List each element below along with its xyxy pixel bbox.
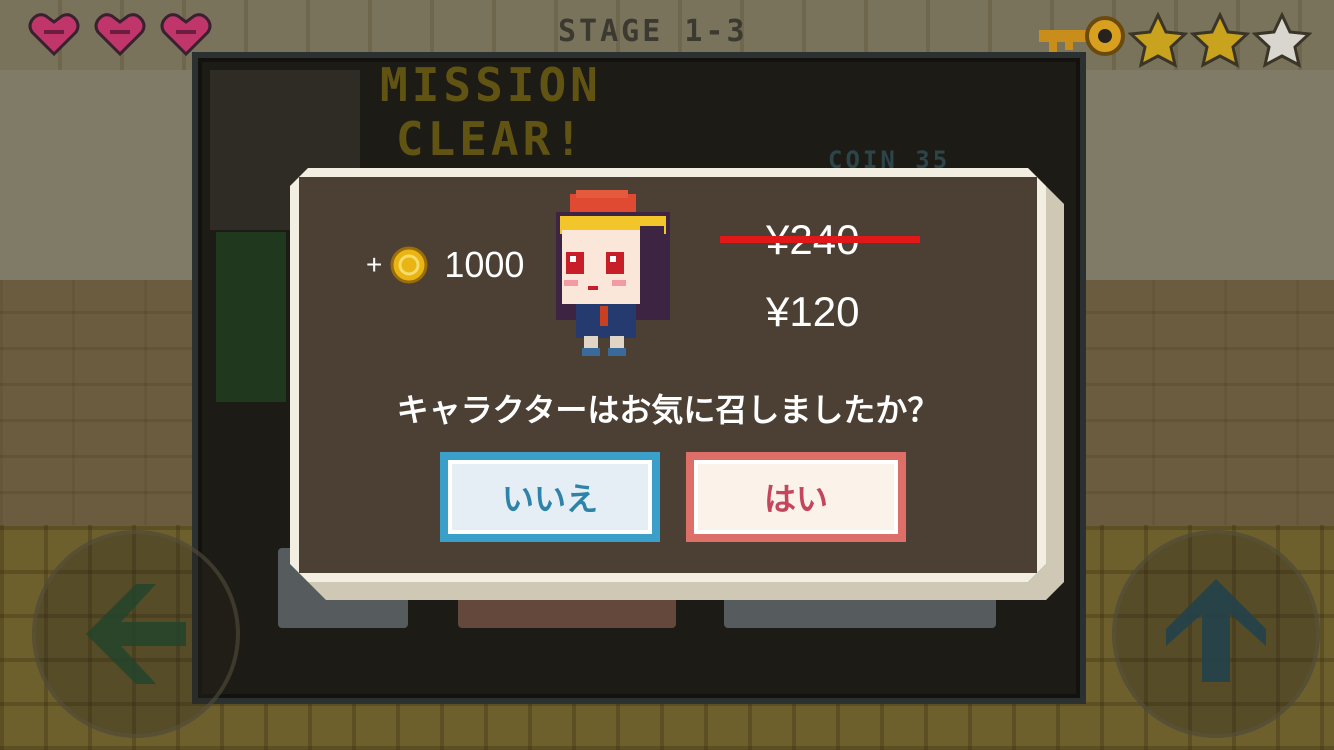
stage-stars xyxy=(1128,12,1312,68)
dialog-question: キャラクターはお気に召しましたか？ xyxy=(396,391,940,429)
stage-label: STAGE 1-3 xyxy=(558,14,748,49)
life-hearts xyxy=(28,12,212,56)
star-empty-icon xyxy=(1252,12,1312,68)
character-sprite xyxy=(540,186,680,362)
yes-button-label: はい xyxy=(763,480,828,518)
reward-plus: + xyxy=(366,249,383,280)
heart-icon xyxy=(160,12,212,56)
key-icon xyxy=(1035,12,1125,66)
yes-button[interactable]: はい xyxy=(686,452,906,542)
coin-icon xyxy=(390,246,428,284)
coin-reward: + 1000 xyxy=(366,244,524,286)
no-button[interactable]: いいえ xyxy=(440,452,660,542)
sale-price: ¥120 xyxy=(766,288,860,335)
heart-icon xyxy=(94,12,146,56)
no-button-label: いいえ xyxy=(501,480,598,518)
heart-icon xyxy=(28,12,80,56)
price-strikethrough xyxy=(720,236,920,243)
star-filled-icon xyxy=(1190,12,1250,68)
star-filled-icon xyxy=(1128,12,1188,68)
reward-amount: 1000 xyxy=(444,244,525,285)
